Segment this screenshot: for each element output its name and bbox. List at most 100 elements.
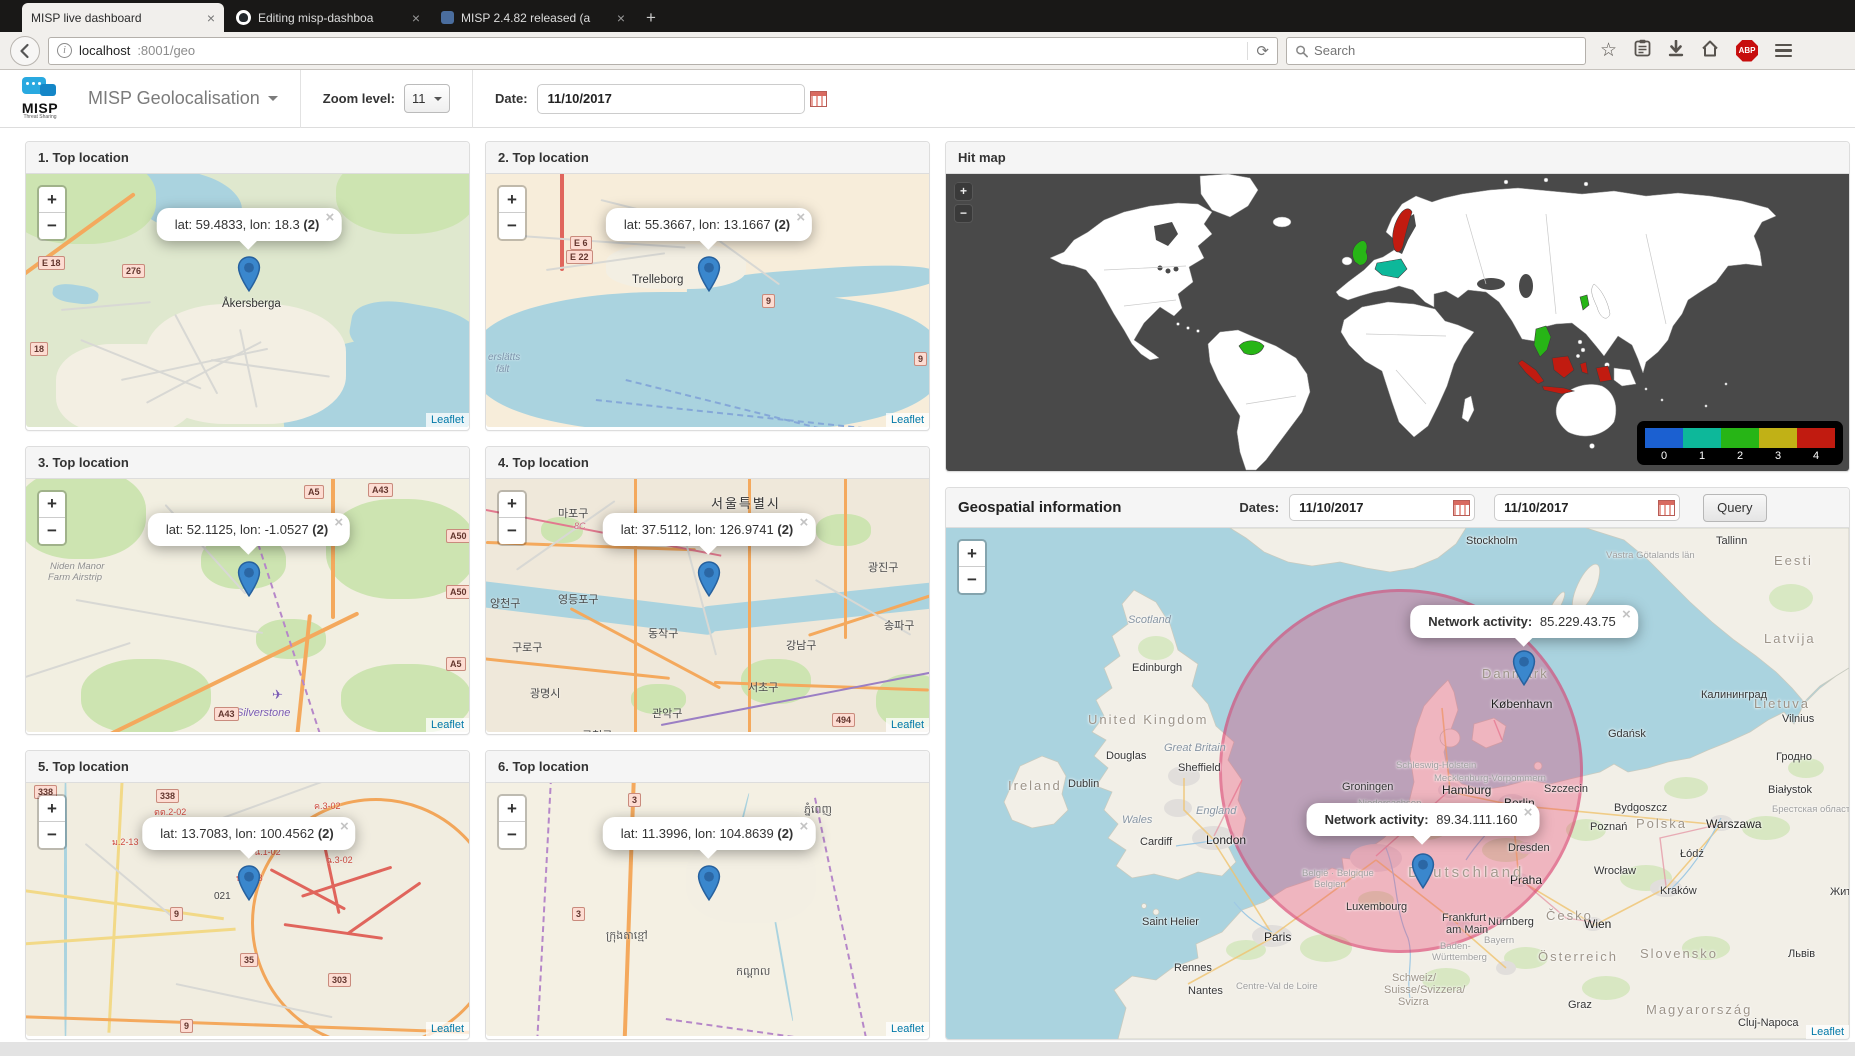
- zoom-in-button[interactable]: +: [39, 187, 65, 213]
- geo-map-label: Gdańsk: [1608, 728, 1646, 740]
- leaflet-map[interactable]: ភ្នំពេញក្រុងតាខ្មៅកណ្ដាល33+−lat: 11.3996…: [486, 783, 929, 1036]
- popup-close-icon[interactable]: ×: [796, 211, 805, 225]
- back-button[interactable]: [10, 36, 40, 66]
- map-feature: [26, 928, 236, 946]
- popup-close-icon[interactable]: ×: [799, 516, 808, 530]
- tab-title: MISP live dashboard: [31, 11, 200, 25]
- popup-close-icon[interactable]: ×: [799, 820, 808, 834]
- browser-tab[interactable]: MISP 2.4.82 released (a×: [432, 3, 634, 32]
- zoom-in-button[interactable]: +: [499, 187, 525, 213]
- popup-text: lat: 52.1125, lon: -1.0527 (2): [166, 522, 328, 537]
- zoom-in-button[interactable]: +: [499, 796, 525, 822]
- leaflet-attribution[interactable]: Leaflet: [886, 718, 929, 732]
- map-label: 8C: [574, 521, 586, 531]
- geo-map-label: Nantes: [1188, 985, 1223, 997]
- road-badge: 9: [762, 294, 775, 308]
- geolocalisation-menu[interactable]: MISP Geolocalisation: [88, 88, 278, 109]
- leaflet-attribution[interactable]: Leaflet: [426, 413, 469, 427]
- leaflet-attribution[interactable]: Leaflet: [1806, 1025, 1849, 1039]
- legend-swatch: [1645, 428, 1683, 448]
- popup-close-icon[interactable]: ×: [326, 211, 335, 225]
- panel-title: 3. Top location: [26, 447, 469, 479]
- bookmark-star-icon[interactable]: ☆: [1600, 41, 1617, 60]
- calendar-icon[interactable]: [1658, 500, 1675, 516]
- leaflet-map[interactable]: ÅkersbergaE 1827618+−lat: 59.4833, lon: …: [26, 174, 469, 427]
- road-badge: A50: [446, 585, 469, 599]
- geospatial-header: Geospatial information Dates: Query: [946, 488, 1849, 528]
- geo-map-label: Bydgoszcz: [1614, 802, 1667, 814]
- popup-close-icon[interactable]: ×: [340, 820, 349, 834]
- query-button[interactable]: Query: [1703, 494, 1766, 522]
- zoom-out-button[interactable]: −: [39, 213, 65, 239]
- browser-tab[interactable]: Editing misp-dashboa×: [227, 3, 429, 32]
- road-badge: 3: [572, 907, 585, 921]
- tab-close-icon[interactable]: ×: [412, 12, 420, 24]
- leaflet-map[interactable]: Niden ManorFarm AirstripesterSilverstone…: [26, 479, 469, 732]
- reading-list-icon[interactable]: [1634, 39, 1651, 62]
- zoom-level-select[interactable]: 11: [404, 84, 450, 113]
- zoom-out-button[interactable]: −: [499, 213, 525, 239]
- info-icon[interactable]: i: [57, 43, 72, 58]
- geospatial-map[interactable]: StockholmVästra Götalands länTallinnEest…: [946, 528, 1849, 1039]
- search-input[interactable]: [1314, 43, 1577, 58]
- panel-title: 2. Top location: [486, 142, 929, 174]
- hit-map[interactable]: +−: [946, 174, 1849, 471]
- map-label: 구로구: [512, 639, 542, 655]
- map-marker-icon: [697, 561, 721, 602]
- map-label: ភ្នំពេញ: [804, 803, 832, 819]
- legend-entry: 2: [1721, 428, 1759, 462]
- leaflet-attribution[interactable]: Leaflet: [426, 1022, 469, 1036]
- zoom-out-button[interactable]: −: [954, 204, 973, 223]
- map-label: 강남구: [786, 637, 816, 653]
- calendar-icon[interactable]: [1453, 500, 1470, 516]
- legend-value: 1: [1683, 448, 1721, 462]
- leaflet-map[interactable]: 서울특별시마포구광진구영등포구양천구동작구강남구송파구구로구광명시서초구관악구금…: [486, 479, 929, 732]
- geo-map-label: Bayern: [1484, 935, 1514, 946]
- date-to-input[interactable]: [1494, 494, 1680, 521]
- road-badge: 338: [156, 789, 179, 803]
- new-tab-button[interactable]: +: [634, 8, 668, 32]
- legend-value: 4: [1797, 448, 1835, 462]
- leaflet-attribution[interactable]: Leaflet: [426, 718, 469, 732]
- popup-close-icon[interactable]: ×: [1524, 806, 1533, 820]
- tab-close-icon[interactable]: ×: [617, 12, 625, 24]
- url-bar[interactable]: i localhost :8001/geo ⟳: [48, 37, 1278, 65]
- map-marker-icon: [1512, 650, 1536, 691]
- top-location-panel: 2. Top locationTrelleborgerslättsfältE 6…: [485, 141, 930, 431]
- zoom-control: +−: [954, 182, 973, 226]
- toolbar-icons: ☆ ABP: [1600, 39, 1792, 62]
- leaflet-attribution[interactable]: Leaflet: [886, 413, 929, 427]
- date-from-input[interactable]: [1289, 494, 1475, 521]
- zoom-out-button[interactable]: −: [499, 518, 525, 544]
- zoom-out-button[interactable]: −: [39, 822, 65, 848]
- date-input[interactable]: [537, 84, 805, 114]
- legend-swatch: [1683, 428, 1721, 448]
- zoom-out-button[interactable]: −: [959, 567, 985, 593]
- downloads-icon[interactable]: [1668, 40, 1684, 62]
- calendar-icon[interactable]: [810, 91, 827, 107]
- leaflet-map[interactable]: ตต.2-02ค.3-02ตอ.2-02ตอ.2-03น.1-02ม.2-13น…: [26, 783, 469, 1036]
- leaflet-map[interactable]: TrelleborgerslättsfältE 6E 2299+−lat: 55…: [486, 174, 929, 427]
- road-badge: 9: [914, 352, 927, 366]
- zoom-control: +−: [497, 185, 527, 241]
- zoom-out-button[interactable]: −: [39, 518, 65, 544]
- zoom-out-button[interactable]: −: [499, 822, 525, 848]
- country-thailand-cambodia: [1534, 326, 1551, 357]
- zoom-in-button[interactable]: +: [39, 796, 65, 822]
- zoom-in-button[interactable]: +: [499, 492, 525, 518]
- home-icon[interactable]: [1701, 40, 1719, 62]
- map-popup: Network activity: 89.34.111.160×: [1307, 803, 1540, 836]
- browser-tab[interactable]: MISP live dashboard ×: [22, 3, 224, 32]
- search-bar[interactable]: [1286, 37, 1586, 65]
- leaflet-attribution[interactable]: Leaflet: [886, 1022, 929, 1036]
- geo-map-label: Baden-: [1440, 941, 1471, 952]
- zoom-in-button[interactable]: +: [954, 182, 973, 201]
- tab-close-icon[interactable]: ×: [207, 12, 215, 24]
- zoom-in-button[interactable]: +: [39, 492, 65, 518]
- adblock-plus-icon[interactable]: ABP: [1736, 40, 1758, 62]
- menu-icon[interactable]: [1775, 44, 1792, 58]
- reload-icon[interactable]: ⟳: [1247, 42, 1269, 60]
- popup-close-icon[interactable]: ×: [1622, 608, 1631, 622]
- zoom-in-button[interactable]: +: [959, 541, 985, 567]
- popup-close-icon[interactable]: ×: [334, 516, 343, 530]
